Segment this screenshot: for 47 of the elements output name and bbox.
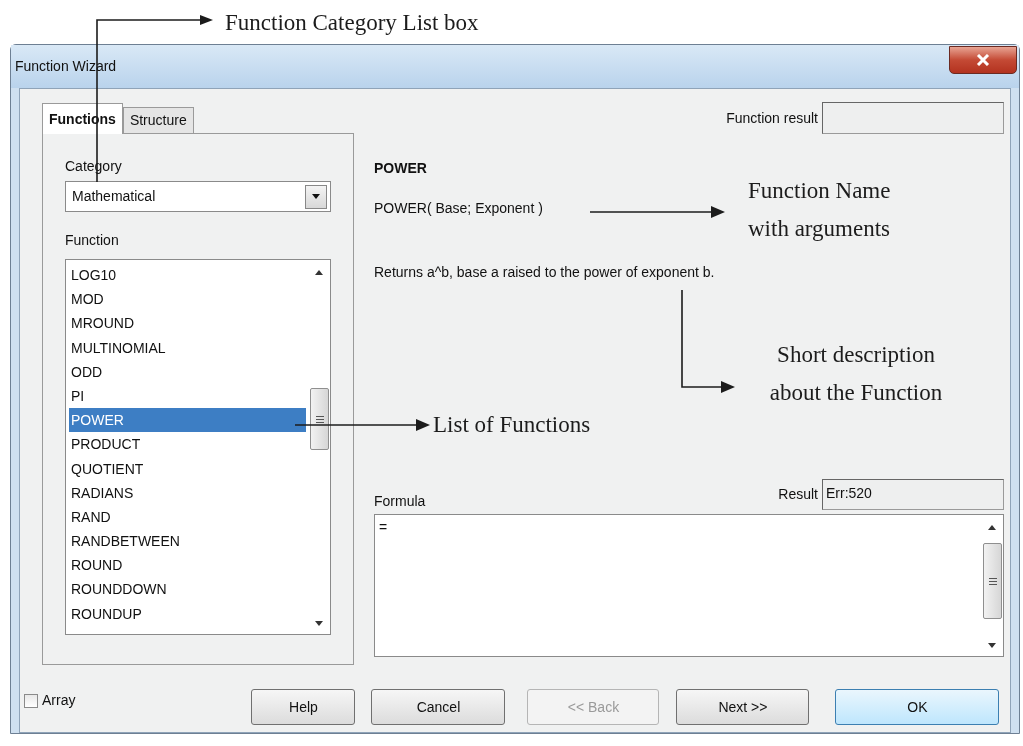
function-list-item[interactable]: MULTINOMIAL — [69, 335, 306, 360]
next-button[interactable]: Next >> — [676, 689, 810, 725]
annotation-label: List of Functions — [433, 411, 591, 439]
category-dropdown[interactable]: Mathematical — [65, 181, 331, 212]
scroll-thumb[interactable] — [310, 388, 329, 450]
formula-label: Formula — [374, 492, 426, 511]
function-list-item[interactable]: RAND — [69, 504, 306, 530]
annotation-label: Short description about the Function — [768, 341, 944, 407]
function-result-label: Function result — [726, 108, 818, 128]
function-list-item[interactable]: QUOTIENT — [69, 456, 306, 481]
annotation-label: Function Name with arguments — [748, 177, 891, 243]
close-icon — [976, 53, 990, 66]
function-list-item[interactable]: POWER — [69, 408, 306, 433]
result-label: Result — [778, 485, 818, 504]
function-name: POWER — [374, 159, 427, 178]
function-list-item[interactable]: RANDBETWEEN — [69, 529, 306, 554]
function-list-item[interactable]: PRODUCT — [69, 432, 306, 457]
array-checkbox[interactable] — [24, 693, 38, 708]
caret-icon — [312, 194, 320, 199]
function-label: Function — [65, 231, 120, 250]
close-button[interactable] — [949, 45, 1017, 74]
scroll-up-icon[interactable] — [315, 270, 323, 275]
function-list-item[interactable]: MROUND — [69, 311, 306, 336]
function-list-item[interactable]: ROUNDDOWN — [69, 577, 306, 602]
function-signature: POWER( Base; Exponent ) — [374, 199, 543, 218]
function-list-item[interactable]: ROUNDUP — [69, 601, 306, 626]
function-list-item[interactable]: MOD — [69, 287, 306, 312]
function-description: Returns a^b, base a raised to the power of exponent b. — [374, 263, 715, 282]
function-list-item[interactable]: ROUND — [69, 553, 306, 578]
scroll-up-icon[interactable] — [988, 525, 996, 530]
ok-button[interactable]: OK — [835, 689, 1000, 725]
tab[interactable]: Structure — [122, 107, 194, 133]
function-list-item[interactable]: PI — [69, 383, 306, 409]
scroll-down-icon[interactable] — [315, 621, 323, 626]
function-list-item[interactable]: LOG10 — [69, 263, 306, 288]
scroll-thumb[interactable] — [983, 543, 1002, 619]
dropdown-button[interactable] — [305, 184, 327, 209]
help-button[interactable]: Help — [251, 689, 356, 725]
scroll-down-icon[interactable] — [988, 643, 996, 648]
result-field: Err:520 — [822, 479, 1004, 510]
function-list-item[interactable]: ODD — [69, 359, 306, 384]
array-label[interactable]: Array — [42, 690, 76, 711]
category-value: Mathematical — [72, 187, 156, 206]
function-list-item[interactable]: RADIANS — [69, 480, 306, 505]
annotation-label: Function Category List box — [225, 9, 479, 37]
cancel-button[interactable]: Cancel — [371, 689, 506, 725]
formula-field[interactable]: = — [374, 514, 1004, 657]
